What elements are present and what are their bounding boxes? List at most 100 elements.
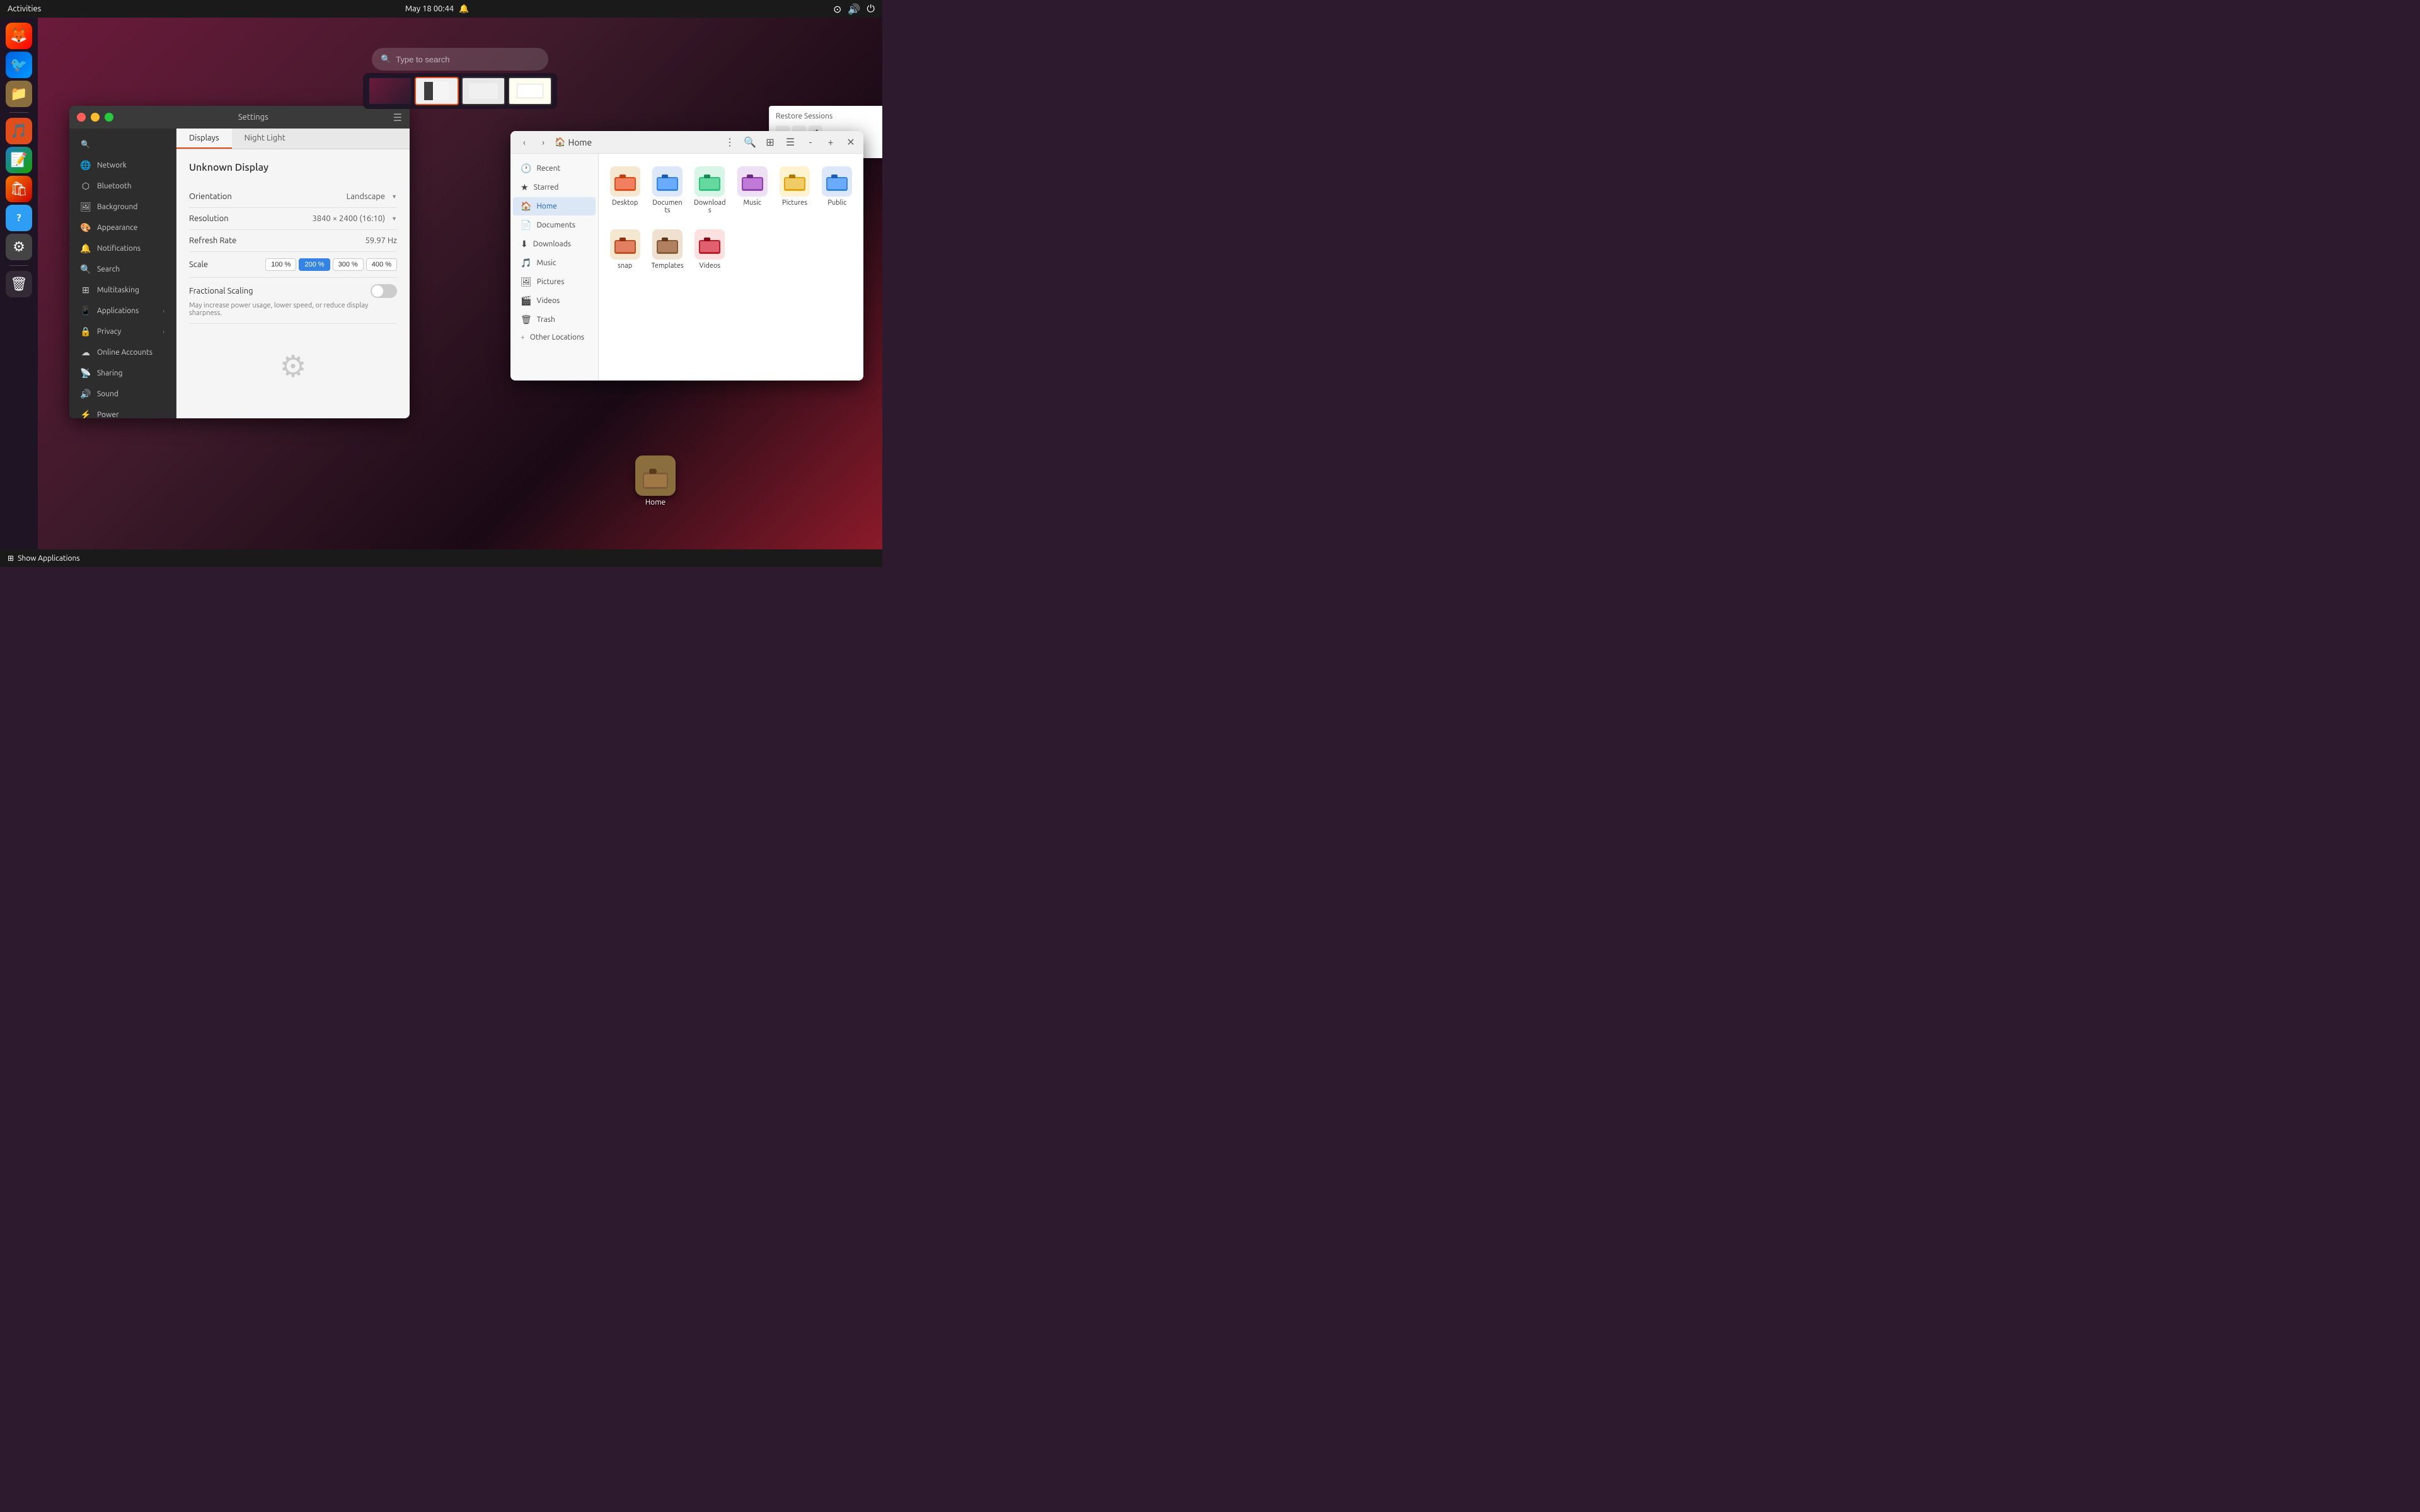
sidebar-item-power[interactable]: ⚡ Power bbox=[73, 404, 172, 418]
tab-night-light[interactable]: Night Light bbox=[232, 129, 298, 149]
window-thumb-1[interactable] bbox=[368, 77, 412, 105]
activities-button[interactable]: Activities bbox=[8, 4, 41, 13]
window-thumb-3[interactable] bbox=[461, 77, 505, 105]
settings-maximize-button[interactable] bbox=[105, 113, 113, 122]
settings-menu-icon[interactable]: ☰ bbox=[393, 112, 402, 123]
fm-sidebar-videos[interactable]: 🎬 Videos bbox=[513, 292, 596, 310]
resolution-label: Resolution bbox=[189, 214, 229, 223]
fm-sidebar-trash[interactable]: 🗑 Trash bbox=[513, 311, 596, 329]
sidebar-item-online-accounts[interactable]: ☁ Online Accounts bbox=[73, 342, 172, 362]
fm-view-list-button[interactable]: ☰ bbox=[781, 134, 799, 151]
sidebar-item-power-label: Power bbox=[97, 411, 119, 419]
dock-trash[interactable]: 🗑 bbox=[6, 271, 32, 297]
fm-sidebar-home[interactable]: 🏠 Home bbox=[513, 197, 596, 215]
fm-sidebar-pictures[interactable]: 🖼 Pictures bbox=[513, 273, 596, 291]
orientation-value[interactable]: Landscape bbox=[347, 192, 397, 201]
tab-displays[interactable]: Displays bbox=[176, 129, 232, 149]
sidebar-item-applications[interactable]: 📱 Applications › bbox=[73, 301, 172, 321]
chevron-right-icon: › bbox=[163, 328, 164, 335]
settings-minimize-button[interactable] bbox=[91, 113, 100, 122]
window-thumb-4[interactable] bbox=[508, 77, 552, 105]
sidebar-item-notifications[interactable]: 🔔 Notifications bbox=[73, 238, 172, 258]
fm-nav-back[interactable]: ‹ bbox=[517, 135, 532, 150]
fm-item-downloads[interactable]: Downloads bbox=[691, 161, 729, 219]
sound-icon: 🔊 bbox=[81, 389, 91, 399]
desktop: 🔍 bbox=[38, 18, 882, 549]
orientation-row: Orientation Landscape bbox=[189, 186, 397, 208]
fm-item-snap[interactable]: snap bbox=[606, 224, 643, 275]
dock: 🦊 🐦 📁 🎵 📝 🛍 ? ⚙ 🗑 bbox=[0, 18, 38, 549]
trash-icon: 🗑 bbox=[521, 314, 532, 325]
dock-thunderbird[interactable]: 🐦 bbox=[6, 52, 32, 78]
fm-item-music[interactable]: Music bbox=[734, 161, 771, 219]
sidebar-item-appearance[interactable]: 🎨 Appearance bbox=[73, 217, 172, 238]
show-applications-button[interactable]: ⊞ Show Applications bbox=[8, 554, 80, 563]
network-icon[interactable]: ⊙ bbox=[833, 3, 841, 15]
fm-item-documents[interactable]: Documents bbox=[648, 161, 686, 219]
fractional-scaling-toggle[interactable] bbox=[371, 284, 397, 298]
fm-close-button[interactable]: ✕ bbox=[844, 136, 857, 149]
fm-zoom-in-button[interactable]: + bbox=[822, 134, 839, 151]
resolution-value[interactable]: 3840 × 2400 (16:10) bbox=[312, 214, 397, 223]
scale-200-button[interactable]: 200 % bbox=[299, 258, 330, 271]
sidebar-item-appearance-label: Appearance bbox=[97, 224, 137, 232]
fm-path-label: Home bbox=[568, 137, 592, 147]
fm-sidebar-music[interactable]: 🎵 Music bbox=[513, 254, 596, 272]
fm-item-videos[interactable]: Videos bbox=[691, 224, 729, 275]
dock-files[interactable]: 📁 bbox=[6, 81, 32, 107]
dock-rhythmbox[interactable]: 🎵 bbox=[6, 118, 32, 144]
scale-100-button[interactable]: 100 % bbox=[265, 258, 296, 271]
alarm-icon[interactable]: 🔔 bbox=[459, 4, 469, 14]
settings-close-button[interactable] bbox=[77, 113, 86, 122]
fm-sidebar-starred[interactable]: ★ Starred bbox=[513, 178, 596, 197]
fm-sidebar-recent[interactable]: 🕐 Recent bbox=[513, 159, 596, 178]
search-bar[interactable]: 🔍 bbox=[372, 48, 548, 71]
multitasking-icon: ⊞ bbox=[81, 285, 91, 295]
dock-libreoffice[interactable]: 📝 bbox=[6, 147, 32, 173]
sidebar-item-search[interactable]: 🔍 Search bbox=[73, 259, 172, 279]
recent-icon: 🕐 bbox=[521, 163, 531, 174]
sidebar-item-search-label: Search bbox=[97, 265, 120, 273]
desktop-home-icon[interactable]: Home bbox=[630, 450, 681, 512]
home-icon: 🏠 bbox=[521, 201, 531, 212]
fm-sidebar-documents[interactable]: 📄 Documents bbox=[513, 216, 596, 234]
fm-item-pictures[interactable]: Pictures bbox=[776, 161, 813, 219]
fm-nav: ‹ › 🏠 Home bbox=[517, 135, 716, 150]
window-thumb-2[interactable] bbox=[415, 77, 459, 105]
sidebar-item-background[interactable]: 🖼 Background bbox=[73, 197, 172, 217]
videos-icon: 🎬 bbox=[521, 295, 531, 306]
sidebar-item-network[interactable]: 🌐 Network bbox=[73, 155, 172, 175]
fm-sidebar-other-locations[interactable]: + Other Locations bbox=[513, 329, 596, 345]
sidebar-item-bluetooth[interactable]: ⬡ Bluetooth bbox=[73, 176, 172, 196]
taskbar: ⊞ Show Applications bbox=[0, 549, 882, 567]
fm-zoom-out-button[interactable]: - bbox=[802, 134, 819, 151]
fm-item-desktop[interactable]: Desktop bbox=[606, 161, 643, 219]
power-icon[interactable]: ⏻ bbox=[867, 3, 875, 15]
filemanager-window: ‹ › 🏠 Home ⋮ 🔍 ⊞ ☰ - + ✕ 🕐 bbox=[510, 131, 863, 381]
scale-400-button[interactable]: 400 % bbox=[366, 258, 397, 271]
fm-item-public[interactable]: Public bbox=[819, 161, 856, 219]
fm-view-icons-button[interactable]: ⊞ bbox=[761, 134, 779, 151]
sidebar-item-sound[interactable]: 🔊 Sound bbox=[73, 384, 172, 404]
fm-nav-forward[interactable]: › bbox=[536, 135, 551, 150]
downloads-icon: ⬇ bbox=[521, 239, 528, 249]
display-title: Unknown Display bbox=[189, 162, 397, 173]
dock-firefox[interactable]: 🦊 bbox=[6, 23, 32, 49]
fm-main: Desktop Documents bbox=[599, 154, 863, 381]
dock-appstore[interactable]: 🛍 bbox=[6, 176, 32, 202]
sidebar-item-multitasking[interactable]: ⊞ Multitasking bbox=[73, 280, 172, 300]
fm-item-templates[interactable]: Templates bbox=[648, 224, 686, 275]
fm-menu-button[interactable]: ⋮ bbox=[721, 134, 739, 151]
scale-300-button[interactable]: 300 % bbox=[333, 258, 364, 271]
documents-icon: 📄 bbox=[521, 220, 531, 231]
settings-gear-decoration: ⚙ bbox=[176, 349, 410, 384]
volume-icon[interactable]: 🔊 bbox=[848, 3, 860, 15]
templates-folder-label: Templates bbox=[651, 262, 683, 270]
sidebar-item-privacy[interactable]: 🔒 Privacy › bbox=[73, 321, 172, 341]
dock-help[interactable]: ? bbox=[6, 205, 32, 231]
fm-sidebar-downloads[interactable]: ⬇ Downloads bbox=[513, 235, 596, 253]
sidebar-item-sharing[interactable]: 📡 Sharing bbox=[73, 363, 172, 383]
search-input[interactable] bbox=[396, 55, 539, 64]
dock-settings[interactable]: ⚙ bbox=[6, 234, 32, 260]
fm-search-button[interactable]: 🔍 bbox=[741, 134, 759, 151]
